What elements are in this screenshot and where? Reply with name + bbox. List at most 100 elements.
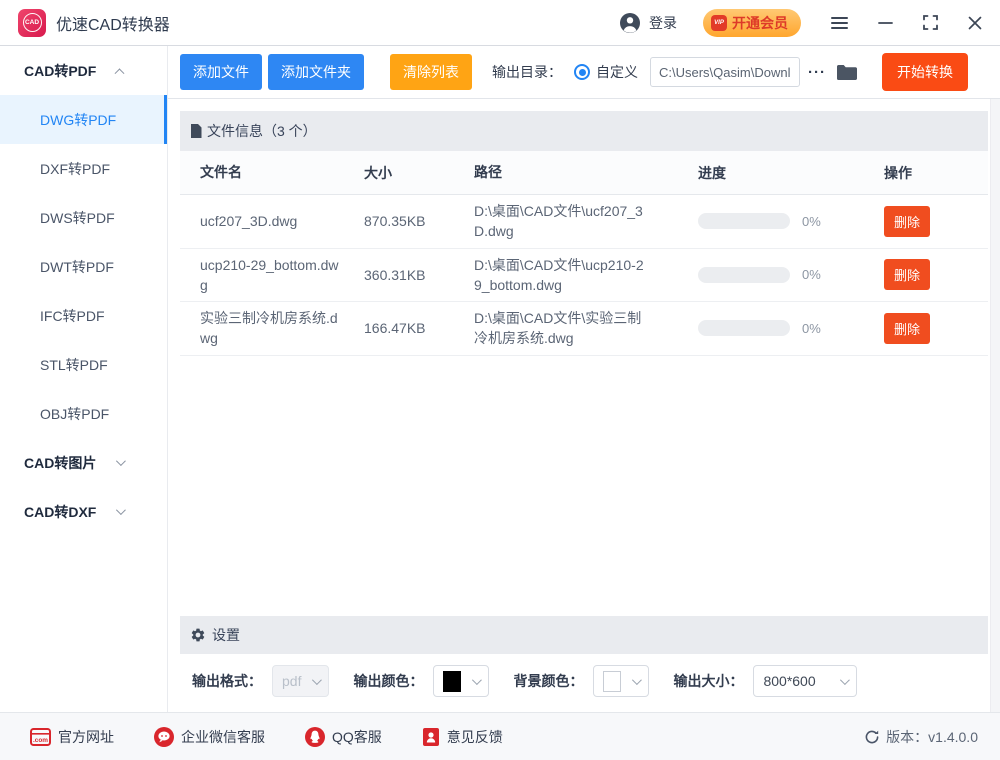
scrollbar-track[interactable] xyxy=(990,99,1000,712)
delete-button[interactable]: 删除 xyxy=(884,313,930,344)
sidebar-item-dws-to-pdf[interactable]: DWS转PDF xyxy=(0,193,167,242)
progress-bar xyxy=(698,213,790,229)
chevron-down-icon xyxy=(116,456,126,466)
user-avatar-icon xyxy=(619,12,641,34)
file-progress: 0% xyxy=(680,267,864,283)
app-window: CAD 优速CAD转换器 登录 VIP 开通会员 xyxy=(0,0,1000,760)
hamburger-icon xyxy=(831,16,848,30)
progress-percent: 0% xyxy=(802,267,821,282)
delete-button[interactable]: 删除 xyxy=(884,206,930,237)
vip-icon: VIP xyxy=(711,15,727,31)
output-path-input[interactable] xyxy=(650,57,800,87)
output-color-select[interactable] xyxy=(433,665,489,697)
qq-icon xyxy=(305,727,325,747)
sidebar-group-cad-to-dxf[interactable]: CAD转DXF xyxy=(0,487,167,536)
close-button[interactable] xyxy=(968,16,982,30)
sidebar-item-obj-to-pdf[interactable]: OBJ转PDF xyxy=(0,389,167,438)
document-icon xyxy=(190,124,202,138)
custom-radio[interactable] xyxy=(574,64,590,80)
footer: .com 官方网址 企业微信客服 QQ客服 意见反馈 版本：v1.4.0.0 xyxy=(0,712,1000,760)
sidebar-item-stl-to-pdf[interactable]: STL转PDF xyxy=(0,340,167,389)
settings-row: 输出格式： pdf 输出颜色： 背景颜色： 输出大小： 800*600 xyxy=(168,654,1000,712)
add-folder-button[interactable]: 添加文件夹 xyxy=(268,54,364,90)
app-title: 优速CAD转换器 xyxy=(56,11,170,35)
column-progress: 进度 xyxy=(680,163,864,183)
file-size: 166.47KB xyxy=(364,320,474,336)
progress-percent: 0% xyxy=(802,214,821,229)
sidebar-item-dwg-to-pdf[interactable]: DWG转PDF xyxy=(0,95,167,144)
version-info: 版本：v1.4.0.0 xyxy=(864,727,978,747)
file-info-title: 文件信息（3 个） xyxy=(207,121,317,141)
qq-service-link[interactable]: QQ客服 xyxy=(305,727,382,747)
feedback-icon xyxy=(422,727,440,747)
sidebar-item-dwt-to-pdf[interactable]: DWT转PDF xyxy=(0,242,167,291)
file-progress: 0% xyxy=(680,320,864,336)
wechat-icon xyxy=(154,727,174,747)
output-format-value: pdf xyxy=(282,673,301,689)
sidebar-group-label: CAD转图片 xyxy=(24,453,96,473)
menu-button[interactable] xyxy=(831,16,848,30)
content-area: 添加文件 添加文件夹 清除列表 输出目录： 自定义 ··· 开始转换 文件信息（… xyxy=(168,46,1000,712)
open-vip-button[interactable]: VIP 开通会员 xyxy=(703,9,801,37)
app-logo-icon: CAD xyxy=(18,9,46,37)
file-path: D:\桌面\CAD文件\ucf207_3D.dwg xyxy=(474,195,680,248)
sidebar-group-cad-to-image[interactable]: CAD转图片 xyxy=(0,438,167,487)
chevron-up-icon xyxy=(115,68,125,78)
output-size-label: 输出大小： xyxy=(673,671,743,691)
chevron-down-icon xyxy=(116,505,126,515)
column-filename: 文件名 xyxy=(180,156,364,188)
progress-bar xyxy=(698,320,790,336)
clear-list-button[interactable]: 清除列表 xyxy=(390,54,472,90)
official-website-link[interactable]: .com 官方网址 xyxy=(30,727,114,747)
file-path: D:\桌面\CAD文件\ucp210-29_bottom.dwg xyxy=(474,249,680,302)
refresh-icon xyxy=(864,729,880,745)
file-path: D:\桌面\CAD文件\实验三制冷机房系统.dwg xyxy=(474,302,680,355)
svg-text:.com: .com xyxy=(33,737,48,744)
toolbar: 添加文件 添加文件夹 清除列表 输出目录： 自定义 ··· 开始转换 xyxy=(168,46,1000,99)
output-dir-label: 输出目录： xyxy=(492,62,562,82)
settings-header: 设置 xyxy=(180,616,988,654)
folder-icon xyxy=(836,64,858,81)
column-path: 路径 xyxy=(474,156,680,188)
chevron-down-icon xyxy=(472,675,482,685)
file-size: 360.31KB xyxy=(364,267,474,283)
column-size: 大小 xyxy=(364,163,474,183)
login-button[interactable]: 登录 xyxy=(619,12,677,34)
background-color-label: 背景颜色： xyxy=(513,671,583,691)
sidebar: CAD转PDF DWG转PDF DXF转PDF DWS转PDF DWT转PDF … xyxy=(0,46,168,712)
table-row: ucf207_3D.dwg 870.35KB D:\桌面\CAD文件\ucf20… xyxy=(180,195,988,249)
chevron-down-icon xyxy=(840,675,850,685)
chevron-down-icon xyxy=(632,675,642,685)
output-size-select[interactable]: 800*600 xyxy=(753,665,857,697)
chevron-down-icon xyxy=(312,675,322,685)
output-format-select[interactable]: pdf xyxy=(272,665,329,697)
custom-option-label: 自定义 xyxy=(596,62,638,82)
file-size: 870.35KB xyxy=(364,213,474,229)
start-convert-button[interactable]: 开始转换 xyxy=(882,53,968,91)
open-folder-button[interactable] xyxy=(836,64,858,81)
sidebar-item-ifc-to-pdf[interactable]: IFC转PDF xyxy=(0,291,167,340)
close-icon xyxy=(968,16,982,30)
output-size-value: 800*600 xyxy=(763,673,815,689)
feedback-link[interactable]: 意见反馈 xyxy=(422,727,503,747)
sidebar-group-label: CAD转DXF xyxy=(24,502,96,522)
background-color-swatch xyxy=(603,671,621,692)
output-format-label: 输出格式： xyxy=(192,671,262,691)
settings-title: 设置 xyxy=(212,625,240,645)
wechat-service-link[interactable]: 企业微信客服 xyxy=(154,727,265,747)
progress-bar xyxy=(698,267,790,283)
sidebar-group-cad-to-pdf[interactable]: CAD转PDF xyxy=(0,46,167,95)
table-row: ucp210-29_bottom.dwg 360.31KB D:\桌面\CAD文… xyxy=(180,249,988,303)
minimize-button[interactable] xyxy=(878,15,893,30)
maximize-button[interactable] xyxy=(923,15,938,30)
sidebar-item-dxf-to-pdf[interactable]: DXF转PDF xyxy=(0,144,167,193)
column-action: 操作 xyxy=(864,163,988,183)
background-color-select[interactable] xyxy=(593,665,649,697)
progress-percent: 0% xyxy=(802,321,821,336)
file-progress: 0% xyxy=(680,213,864,229)
add-file-button[interactable]: 添加文件 xyxy=(180,54,262,90)
delete-button[interactable]: 删除 xyxy=(884,259,930,290)
browse-more-button[interactable]: ··· xyxy=(808,64,826,81)
file-name: 实验三制冷机房系统.dwg xyxy=(180,302,364,355)
title-bar: CAD 优速CAD转换器 登录 VIP 开通会员 xyxy=(0,0,1000,46)
